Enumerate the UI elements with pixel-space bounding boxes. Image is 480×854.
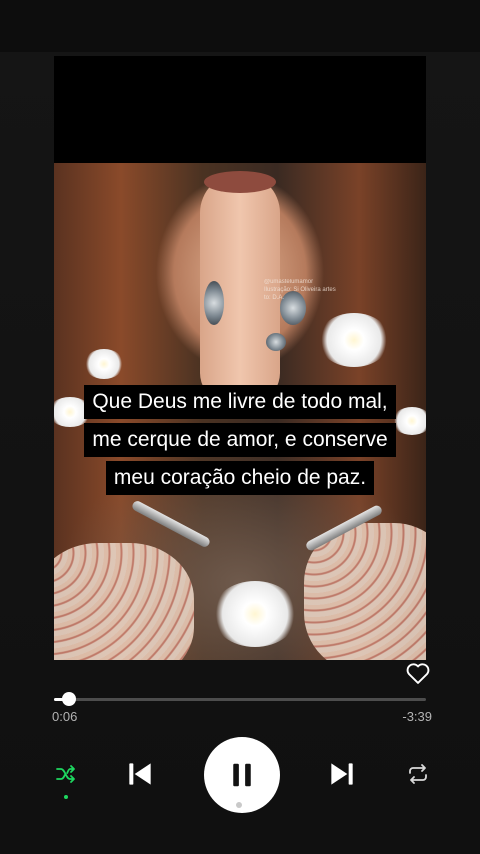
lyrics-overlay: Que Deus me livre de todo mal, me cerque… (0, 385, 480, 499)
progress-bar[interactable] (54, 692, 426, 706)
flower-left (84, 349, 124, 379)
lyric-line: Que Deus me livre de todo mal, (84, 385, 396, 419)
next-button[interactable] (326, 758, 358, 790)
like-button[interactable] (404, 659, 432, 687)
lips (204, 171, 276, 193)
ring-small (266, 333, 286, 351)
repeat-icon (409, 764, 427, 784)
lyric-line: me cerque de amor, e conserve (84, 423, 396, 457)
skip-previous-icon (129, 763, 151, 785)
shuffle-icon (56, 765, 75, 783)
elapsed-time: 0:06 (52, 709, 78, 724)
watermark-line: Ilustração: Si Oliveira artes (264, 287, 336, 293)
progress-handle[interactable] (61, 692, 76, 706)
previous-button[interactable] (124, 758, 156, 790)
connect-indicator-dot (236, 802, 242, 808)
sleeve-left (54, 543, 194, 660)
pause-icon (233, 763, 251, 787)
watermark-line: @umastelumamor (264, 279, 314, 285)
artwork-watermark: @umastelumamor Ilustração: Si Oliveira a… (264, 278, 364, 302)
watermark-line: to: D.A. (264, 295, 285, 301)
pause-button[interactable] (204, 737, 280, 813)
remaining-time: -3:39 (402, 709, 432, 724)
ring-left (204, 281, 224, 325)
lyric-line: meu coração cheio de paz. (105, 461, 375, 495)
repeat-button[interactable] (404, 760, 432, 788)
shuffle-active-dot (64, 795, 68, 799)
heart-outline-icon (406, 663, 430, 684)
skip-next-icon (331, 763, 353, 785)
shuffle-button[interactable] (52, 760, 80, 788)
canvas-video[interactable]: @umastelumamor Ilustração: Si Oliveira a… (54, 56, 426, 660)
flower-bottom (212, 581, 298, 647)
bracelet-left (130, 499, 212, 549)
flower-right-top (318, 313, 390, 367)
status-bar-area (0, 0, 480, 52)
